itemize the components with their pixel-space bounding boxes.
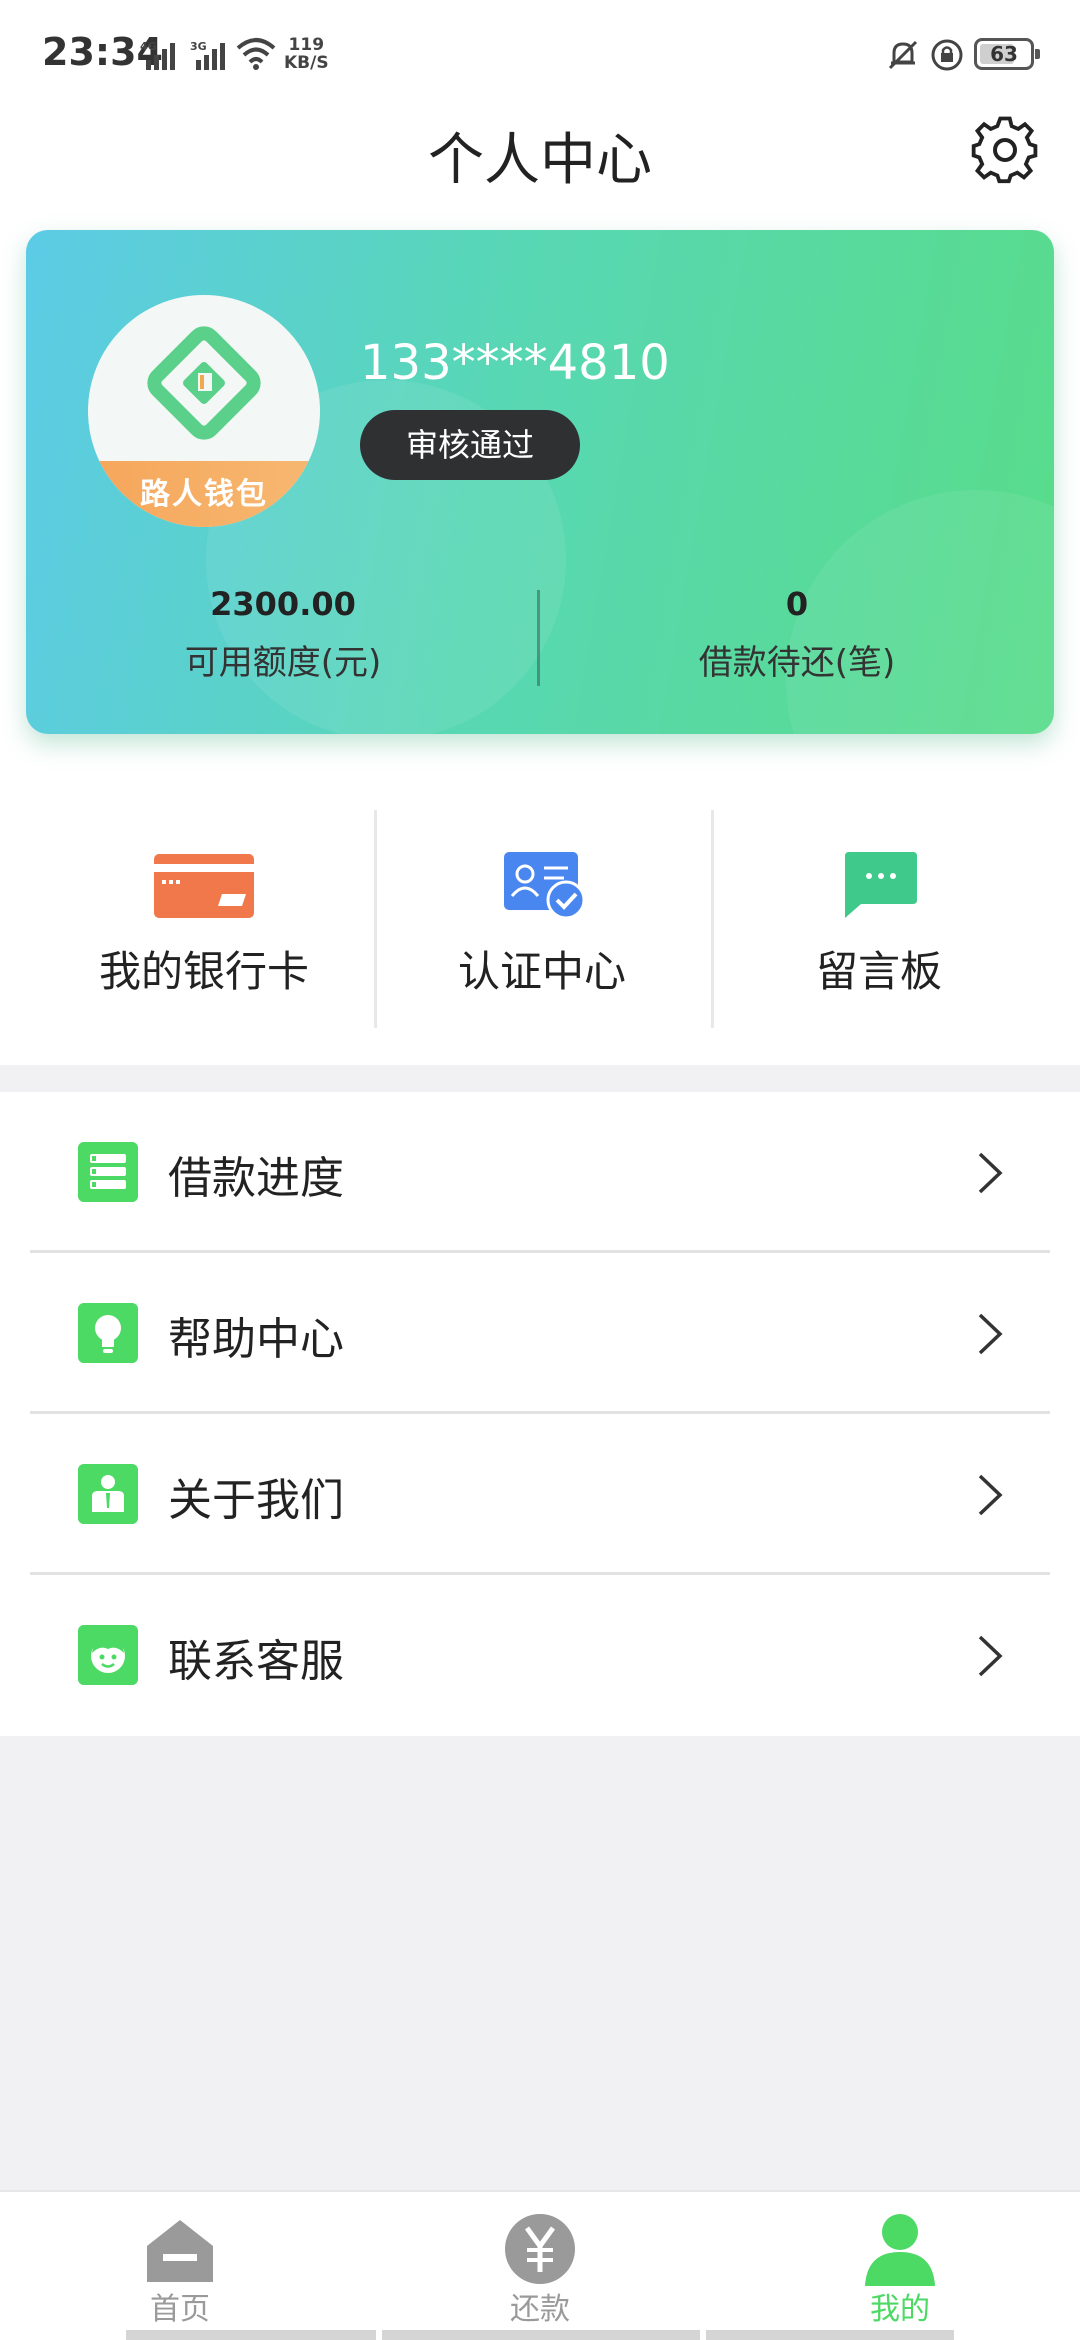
menu-item-loan-progress[interactable]: 借款进度 xyxy=(0,1092,1080,1253)
personal-center-page: 23:34 4G 3G 119 KB/S 63 个人中心 路人钱包 133***… xyxy=(0,0,1080,2340)
quick-action-label: 留言板 xyxy=(815,947,942,996)
nav-gesture-bar xyxy=(382,2330,700,2340)
menu-item-label: 借款进度 xyxy=(168,1153,344,1204)
tab-home[interactable]: 首页 xyxy=(0,2192,360,2340)
svg-text:4G: 4G xyxy=(140,40,157,53)
yuan-icon xyxy=(505,2214,575,2284)
rotation-lock-icon xyxy=(931,39,963,71)
quick-actions: 我的银行卡 认证中心 留言板 xyxy=(0,810,1080,1030)
tab-label: 首页 xyxy=(150,2292,210,2327)
bell-muted-icon xyxy=(888,40,918,70)
about-person-icon xyxy=(78,1464,138,1524)
signal-3g-icon: 3G xyxy=(190,40,225,70)
menu-item-help-center[interactable]: 帮助中心 xyxy=(0,1253,1080,1414)
menu-item-label: 关于我们 xyxy=(168,1475,344,1526)
status-bar: 23:34 4G 3G 119 KB/S 63 xyxy=(0,0,1080,105)
available-credit-label: 可用额度(元) xyxy=(184,643,382,683)
menu-list: 借款进度 帮助中心 关于我们 联系客服 xyxy=(0,1092,1080,1736)
menu-item-about-us[interactable]: 关于我们 xyxy=(0,1414,1080,1575)
review-status-badge: 审核通过 xyxy=(360,410,581,480)
chevron-right-icon xyxy=(978,1635,1003,1677)
chevron-right-icon xyxy=(978,1152,1003,1194)
page-title: 个人中心 xyxy=(428,128,652,193)
customer-service-icon xyxy=(78,1625,138,1685)
lightbulb-icon xyxy=(78,1303,138,1363)
settings-gear-icon[interactable] xyxy=(970,115,1040,185)
wallet-logo-icon xyxy=(147,326,261,440)
battery-level: 63 xyxy=(990,42,1018,66)
bottom-tab-bar: 首页 还款 我的 xyxy=(0,2190,1080,2340)
pending-loans-value: 0 xyxy=(785,585,809,623)
chevron-right-icon xyxy=(978,1313,1003,1355)
pending-loans-label: 借款待还(笔) xyxy=(698,643,896,683)
certification-icon xyxy=(504,852,586,920)
menu-item-customer-service[interactable]: 联系客服 xyxy=(0,1575,1080,1736)
quick-action-bank-card[interactable]: 我的银行卡 xyxy=(36,810,372,1030)
quick-action-label: 我的银行卡 xyxy=(98,947,309,996)
quick-action-certification[interactable]: 认证中心 xyxy=(374,810,710,1030)
available-credit-value: 2300.00 xyxy=(210,585,356,623)
svg-text:3G: 3G xyxy=(190,40,207,53)
user-phone: 133****4810 xyxy=(360,335,670,391)
home-icon xyxy=(147,2220,213,2282)
app-header: 个人中心 xyxy=(0,105,1080,225)
loan-progress-icon xyxy=(78,1142,138,1202)
chevron-right-icon xyxy=(978,1474,1003,1516)
tab-mine[interactable]: 我的 xyxy=(720,2192,1080,2340)
bank-card-icon xyxy=(154,854,254,918)
tab-label: 还款 xyxy=(510,2292,570,2327)
network-speed: 119 KB/S xyxy=(284,35,329,73)
nav-gesture-bar xyxy=(706,2330,954,2340)
menu-item-label: 联系客服 xyxy=(168,1636,344,1687)
quick-action-message-board[interactable]: 留言板 xyxy=(711,810,1047,1030)
tab-label: 我的 xyxy=(870,2292,930,2327)
avatar[interactable]: 路人钱包 xyxy=(88,295,320,527)
nav-gesture-bar xyxy=(126,2330,376,2340)
user-icon xyxy=(865,2214,935,2286)
wifi-icon xyxy=(236,38,276,70)
signal-4g-icon: 4G xyxy=(140,40,175,70)
profile-card: 路人钱包 133****4810 审核通过 2300.00 可用额度(元) 0 … xyxy=(26,230,1054,734)
avatar-brand-text: 路人钱包 xyxy=(140,477,268,512)
pending-loans-stat[interactable]: 0 借款待还(笔) xyxy=(540,585,1054,684)
tab-repayment[interactable]: 还款 xyxy=(360,2192,720,2340)
battery-icon: 63 xyxy=(974,38,1040,70)
section-gap xyxy=(0,1065,1080,1092)
quick-action-label: 认证中心 xyxy=(457,947,626,996)
menu-item-label: 帮助中心 xyxy=(168,1314,344,1365)
message-board-icon xyxy=(845,852,917,918)
available-credit-stat[interactable]: 2300.00 可用额度(元) xyxy=(26,585,540,684)
